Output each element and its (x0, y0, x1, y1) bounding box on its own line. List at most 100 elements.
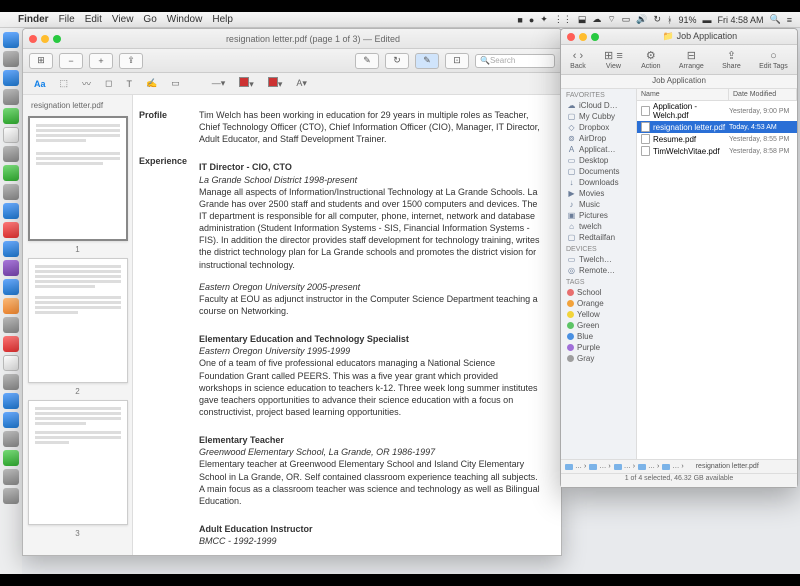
shapes-tool[interactable]: ◻ (102, 77, 115, 90)
path-bar[interactable]: … ›… ›… ›… ›… ›resignation letter.pdf (561, 459, 797, 473)
dock-app[interactable] (3, 412, 19, 428)
preview-titlebar[interactable]: resignation letter.pdf (page 1 of 3) — E… (23, 29, 561, 49)
app-name[interactable]: Finder (18, 14, 49, 25)
minimize-button[interactable] (41, 35, 49, 43)
close-button[interactable] (29, 35, 37, 43)
file-row[interactable]: Application - Welch.pdfYesterday, 9:00 P… (637, 101, 797, 121)
sidebar-item[interactable]: ▢My Cubby (561, 111, 636, 122)
fill-color[interactable]: ▾ (265, 76, 286, 91)
display-icon[interactable]: ▭ (622, 14, 631, 25)
clock[interactable]: Fri 4:58 AM (718, 15, 764, 25)
dock-evernote[interactable] (3, 165, 19, 181)
sidebar-item[interactable]: ▢Redtailfan (561, 232, 636, 243)
status-icon[interactable]: ⋮⋮ (554, 14, 572, 25)
dock-preview[interactable] (3, 184, 19, 200)
zoom-button[interactable] (53, 35, 61, 43)
dock-app[interactable] (3, 51, 19, 67)
sidebar-item[interactable]: AApplicat… (561, 144, 636, 155)
sidebar-tag[interactable]: Purple (561, 342, 636, 353)
arrange-button[interactable]: ⊟Arrange (679, 49, 704, 70)
status-icon[interactable]: ■ (517, 15, 522, 25)
back-button[interactable]: ‹ ›Back (570, 50, 586, 70)
path-segment[interactable]: … › (565, 463, 586, 470)
share-button[interactable]: ⇪Share (722, 49, 741, 70)
path-segment[interactable]: … › (638, 463, 659, 470)
dock-app[interactable] (3, 355, 19, 371)
zoom-button[interactable] (591, 33, 599, 41)
volume-icon[interactable]: 🔊 (636, 14, 647, 25)
sidebar-item[interactable]: ⌂twelch (561, 221, 636, 232)
page-thumbnail-1[interactable] (28, 116, 128, 241)
notification-icon[interactable]: ≡ (787, 15, 792, 25)
battery-pct[interactable]: 91% (678, 15, 696, 25)
dock-app[interactable] (3, 203, 19, 219)
view-button[interactable]: ⊞ ≡View (604, 49, 623, 70)
path-segment[interactable]: … › (614, 463, 635, 470)
sidebar-toggle[interactable]: ⊞ (29, 53, 53, 69)
menu-view[interactable]: View (112, 14, 134, 25)
page-thumbnail-3[interactable] (28, 400, 128, 525)
dock-app[interactable] (3, 431, 19, 447)
menu-edit[interactable]: Edit (85, 14, 102, 25)
dock-calendar[interactable] (3, 127, 19, 143)
dock-settings[interactable] (3, 317, 19, 333)
finder-titlebar[interactable]: 📁 Job Application (561, 29, 797, 45)
dock-app[interactable] (3, 450, 19, 466)
dock-itunes[interactable] (3, 222, 19, 238)
sidebar-item[interactable]: ⊚AirDrop (561, 133, 636, 144)
dock-app[interactable] (3, 260, 19, 276)
path-segment[interactable]: … › (662, 463, 683, 470)
bluetooth-icon[interactable]: ᚼ (667, 15, 672, 25)
dock-app[interactable] (3, 393, 19, 409)
dock-app[interactable] (3, 374, 19, 390)
sidebar-item[interactable]: ▶Movies (561, 188, 636, 199)
sidebar-item[interactable]: ▭Desktop (561, 155, 636, 166)
rotate-button[interactable]: ↻ (385, 53, 409, 69)
action-button[interactable]: ⚙Action (641, 49, 660, 70)
menu-window[interactable]: Window (167, 14, 203, 25)
sketch-tool[interactable]: 〰 (79, 76, 94, 91)
dock-messages[interactable] (3, 108, 19, 124)
sidebar-item[interactable]: ◎Remote… (561, 265, 636, 276)
zoom-out[interactable]: − (59, 53, 83, 69)
line-style[interactable]: —▾ (209, 77, 229, 90)
menu-help[interactable]: Help (212, 14, 233, 25)
border-color[interactable]: ▾ (236, 76, 257, 91)
page-thumbnail-2[interactable] (28, 258, 128, 383)
text-tool[interactable]: T (124, 78, 136, 90)
selection-tool[interactable]: ⬚ (57, 77, 72, 90)
highlight-button[interactable]: ✎ (355, 53, 379, 69)
markup-button[interactable]: ✎ (415, 53, 439, 69)
sidebar-item[interactable]: ☁iCloud D… (561, 100, 636, 111)
file-row[interactable]: TimWelchVitae.pdfYesterday, 8:58 PM (637, 145, 797, 157)
dock-app[interactable] (3, 279, 19, 295)
path-segment[interactable]: … › (589, 463, 610, 470)
sync-icon[interactable]: ↻ (654, 14, 662, 25)
dropbox-icon[interactable]: ⬓ (578, 14, 587, 25)
dock-finder[interactable] (3, 32, 19, 48)
note-tool[interactable]: ▭ (168, 77, 183, 90)
file-row[interactable]: Resume.pdfYesterday, 8:55 PM (637, 133, 797, 145)
sidebar-tag[interactable]: School (561, 287, 636, 298)
sidebar-item[interactable]: ♪Music (561, 199, 636, 210)
close-button[interactable] (567, 33, 575, 41)
status-icon[interactable]: ● (529, 15, 534, 25)
dock-app[interactable] (3, 298, 19, 314)
file-row[interactable]: resignation letter.pdfToday, 4:53 AM (637, 121, 797, 133)
spotlight-icon[interactable]: 🔍 (770, 14, 781, 25)
sidebar-tag[interactable]: Green (561, 320, 636, 331)
sidebar-item[interactable]: ↓Downloads (561, 177, 636, 188)
font-style[interactable]: A▾ (293, 77, 310, 90)
sidebar-tag[interactable]: Gray (561, 353, 636, 364)
battery-icon[interactable]: ▬ (703, 15, 712, 25)
col-name[interactable]: Name (637, 89, 729, 100)
minimize-button[interactable] (579, 33, 587, 41)
inspector-button[interactable]: ⊡ (445, 53, 469, 69)
dock-safari[interactable] (3, 70, 19, 86)
dock-app[interactable] (3, 336, 19, 352)
dock-appstore[interactable] (3, 241, 19, 257)
menu-go[interactable]: Go (143, 14, 156, 25)
text-style-button[interactable]: Aa (31, 78, 49, 90)
dock-trash[interactable] (3, 488, 19, 504)
sidebar-item[interactable]: ▢Documents (561, 166, 636, 177)
